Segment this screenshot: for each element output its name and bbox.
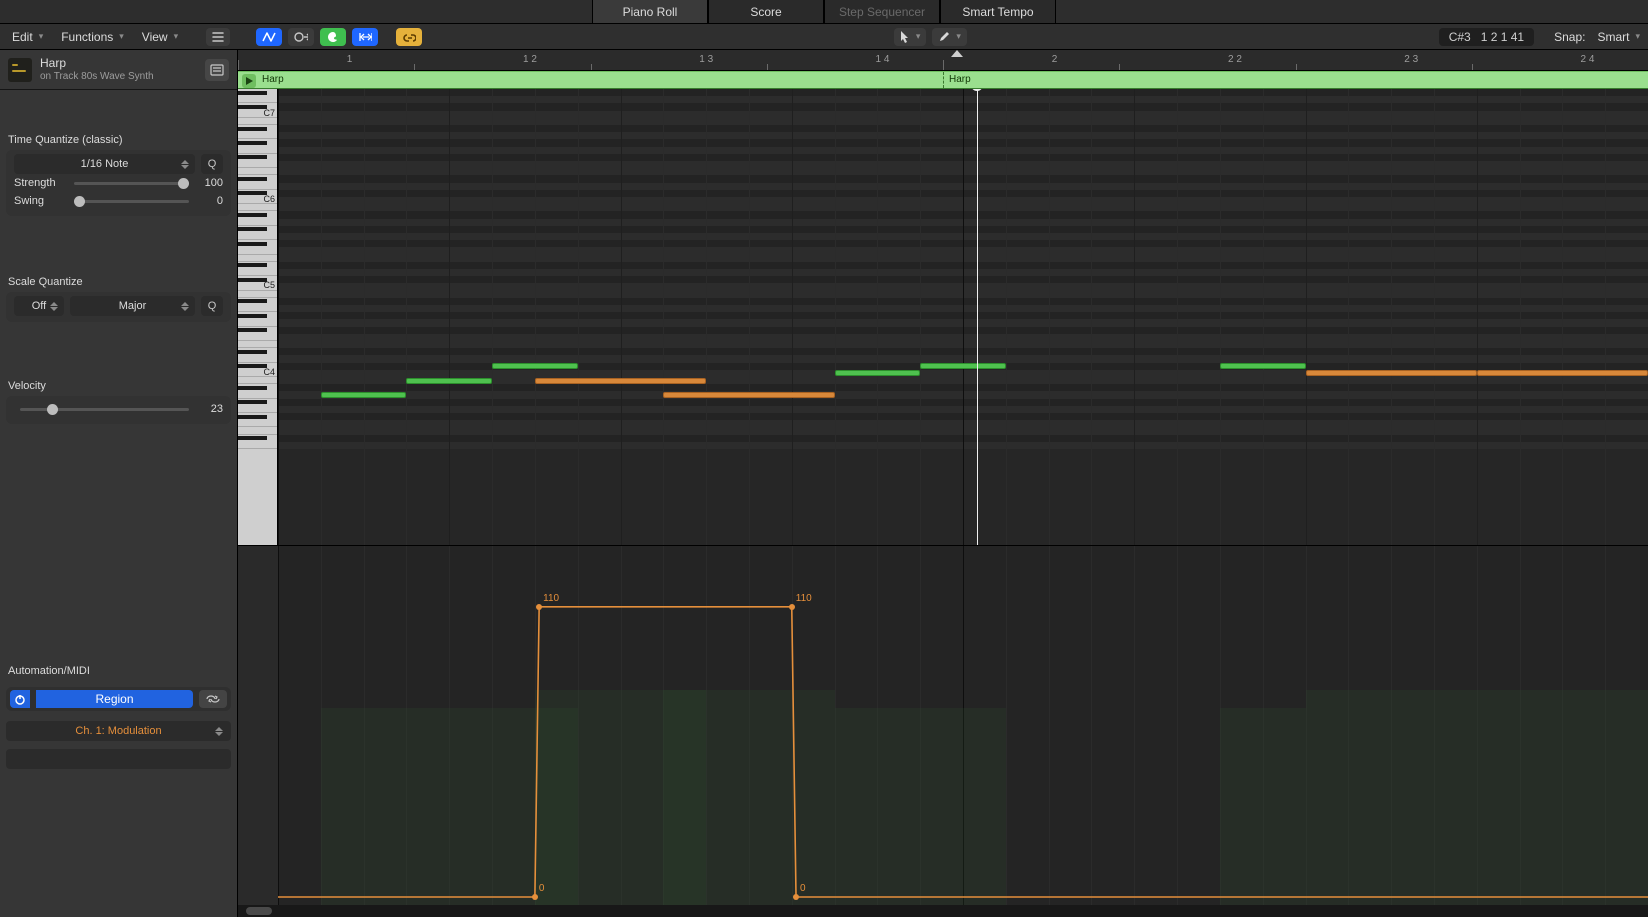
- midi-out-icon: [294, 31, 308, 43]
- cursor-info: C#3 1 2 1 41: [1439, 28, 1534, 46]
- midi-note[interactable]: [492, 363, 578, 369]
- tab-step-sequencer: Step Sequencer: [824, 0, 940, 23]
- swing-slider[interactable]: [74, 200, 189, 203]
- automation-scope-select[interactable]: Region: [36, 690, 193, 708]
- tab-score[interactable]: Score: [708, 0, 824, 23]
- scale-quantize-label: Scale Quantize: [0, 266, 237, 292]
- region-play-button[interactable]: [242, 74, 256, 88]
- power-icon: [14, 693, 26, 705]
- note-grid-area: C7C6C5C4: [238, 89, 1648, 545]
- snap-menu[interactable]: Smart▾: [1591, 28, 1642, 46]
- collapse-notes-button[interactable]: [352, 28, 378, 46]
- pointer-icon: [900, 30, 910, 44]
- collapse-inspector-button[interactable]: [206, 28, 230, 46]
- midi-in-button[interactable]: [256, 28, 282, 46]
- automation-cycle-button[interactable]: [199, 690, 227, 708]
- collapse-icon: [211, 31, 225, 43]
- track-header: Harp on Track 80s Wave Synth: [0, 50, 237, 90]
- link-icon: [402, 31, 416, 43]
- track-sub: on Track 80s Wave Synth: [40, 71, 154, 82]
- automation-parameter-select[interactable]: Ch. 1: Modulation: [6, 721, 231, 741]
- strength-value: 100: [195, 177, 223, 189]
- collapse-notes-icon: [358, 31, 372, 43]
- midi-note[interactable]: [406, 378, 492, 384]
- velocity-slider[interactable]: [20, 408, 189, 411]
- functions-menu[interactable]: Functions▾: [55, 28, 130, 46]
- automation-value-label: 110: [796, 593, 812, 604]
- time-ruler[interactable]: 11 21 31 422 22 32 4: [238, 50, 1648, 71]
- automation-label: Automation/MIDI: [0, 655, 237, 681]
- automation-node[interactable]: [789, 604, 795, 610]
- inspector-panel: Harp on Track 80s Wave Synth Time Quanti…: [0, 50, 238, 917]
- piano-roll-editor: ▸ 11 21 31 422 22 32 4 Harp Harp C7C6C5C…: [238, 50, 1648, 917]
- midi-note[interactable]: [1477, 370, 1648, 376]
- automation-power-button[interactable]: [10, 690, 30, 708]
- view-menu[interactable]: View▾: [136, 28, 184, 46]
- automation-node[interactable]: [532, 894, 538, 900]
- swing-label: Swing: [14, 195, 68, 207]
- automation-node[interactable]: [536, 604, 542, 610]
- scale-quantize-mode[interactable]: Major: [70, 296, 195, 316]
- horizontal-scrollbar[interactable]: [238, 905, 1648, 917]
- pencil-icon: [938, 31, 950, 43]
- catch-button[interactable]: [205, 59, 229, 81]
- automation-lane: 0 110 110 0: [238, 545, 1648, 905]
- list-icon: [210, 63, 224, 77]
- tab-smart-tempo[interactable]: Smart Tempo: [940, 0, 1056, 23]
- midi-note[interactable]: [1306, 370, 1477, 376]
- piano-keyboard[interactable]: C7C6C5C4: [238, 89, 278, 545]
- midi-note[interactable]: [1220, 363, 1306, 369]
- midi-note[interactable]: [663, 392, 834, 398]
- region-name-loop: Harp: [949, 74, 971, 85]
- midi-in-icon: [262, 31, 276, 43]
- note-grid[interactable]: [278, 89, 1648, 545]
- automation-value-label: 0: [800, 883, 806, 894]
- cycle-icon: [205, 693, 221, 705]
- pointer-tool-menu[interactable]: ▾: [894, 28, 927, 46]
- strength-slider[interactable]: [74, 182, 189, 185]
- scroll-thumb[interactable]: [246, 907, 272, 915]
- velocity-label: Velocity: [0, 370, 237, 396]
- region-header[interactable]: Harp Harp: [238, 71, 1648, 89]
- snap-label: Snap:: [1554, 30, 1585, 44]
- playhead[interactable]: [977, 89, 978, 545]
- time-quantize-select[interactable]: 1/16 Note: [14, 154, 195, 174]
- cursor-note: C#3: [1449, 30, 1471, 44]
- scale-quantize-apply-button[interactable]: Q: [201, 296, 223, 316]
- strength-label: Strength: [14, 177, 68, 189]
- midi-note[interactable]: [535, 378, 706, 384]
- velocity-value: 23: [195, 403, 223, 415]
- scale-quantize-onoff[interactable]: Off: [14, 296, 64, 316]
- time-quantize-label: Time Quantize (classic): [0, 124, 237, 150]
- midi-out-button[interactable]: [288, 28, 314, 46]
- editor-tabs: Piano Roll Score Step Sequencer Smart Te…: [0, 0, 1648, 24]
- automation-value-label: 110: [543, 593, 559, 604]
- midi-note[interactable]: [835, 370, 921, 376]
- automation-value-field[interactable]: [6, 749, 231, 769]
- midi-note[interactable]: [321, 392, 407, 398]
- pencil-tool-menu[interactable]: ▾: [932, 28, 967, 46]
- quantize-apply-button[interactable]: Q: [201, 154, 223, 174]
- piano-roll-toolbar: Edit▾ Functions▾ View▾ ▾ ▾ C#3 1 2 1 41 …: [0, 24, 1648, 50]
- tab-piano-roll[interactable]: Piano Roll: [592, 0, 708, 23]
- region-name: Harp: [262, 74, 284, 85]
- automation-node[interactable]: [793, 894, 799, 900]
- midi-note[interactable]: [920, 363, 1006, 369]
- track-icon: [8, 58, 32, 82]
- quantize-palette-button[interactable]: [320, 28, 346, 46]
- palette-icon: [326, 31, 340, 43]
- edit-menu[interactable]: Edit▾: [6, 28, 49, 46]
- link-button[interactable]: [396, 28, 422, 46]
- automation-value-label: 0: [539, 883, 545, 894]
- swing-value: 0: [195, 195, 223, 207]
- cursor-position: 1 2 1 41: [1481, 30, 1524, 44]
- track-name: Harp: [40, 57, 154, 70]
- automation-grid[interactable]: 0 110 110 0: [278, 546, 1648, 905]
